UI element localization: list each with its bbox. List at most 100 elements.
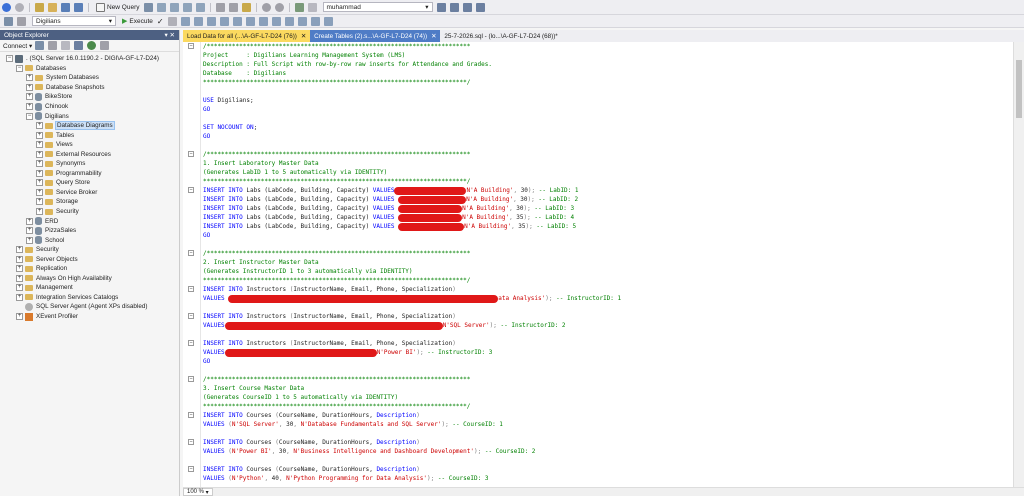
code-line[interactable]: ****************************************… (203, 78, 1013, 87)
tree-node-integration-services-folder[interactable]: + Integration Services Catalogs (0, 293, 179, 303)
copy-icon[interactable] (228, 2, 238, 12)
collapse-icon[interactable]: − (16, 64, 23, 72)
zoom-select[interactable]: 100 % ▾ (183, 488, 213, 496)
code-line[interactable] (203, 429, 1013, 438)
code-line[interactable]: VALUES (N'SQL Server', 30, N'Database Fu… (203, 420, 1013, 429)
connect-icon[interactable] (35, 41, 45, 50)
expand-icon[interactable]: + (26, 217, 33, 225)
code-line[interactable]: − INSERT INTO Instructors (InstructorName… (188, 339, 1013, 348)
code-line[interactable] (203, 366, 1013, 375)
collapse-icon[interactable]: − (188, 187, 194, 193)
results-grid-icon[interactable] (258, 16, 268, 26)
scrollbar-thumb[interactable] (1016, 60, 1022, 118)
tree-node-database-snapshots-folder[interactable]: + Database Snapshots (0, 83, 179, 93)
user-box[interactable]: muhammad ▾ (322, 2, 433, 12)
refresh-icon[interactable] (87, 41, 97, 50)
database-select[interactable]: Digilians ▾ (32, 16, 116, 26)
expand-icon[interactable]: + (16, 293, 23, 301)
tree-node-db-digilians[interactable]: − Digilians (0, 111, 179, 121)
close-icon[interactable]: ✕ (301, 33, 306, 40)
code-line[interactable]: USE Digilians; (203, 96, 1013, 105)
stop-icon[interactable] (61, 41, 71, 50)
expand-icon[interactable]: + (26, 227, 33, 235)
expand-icon[interactable]: + (26, 74, 33, 82)
tree-node-db-chinook[interactable]: + Chinook (0, 102, 179, 112)
open-file-icon[interactable] (48, 2, 57, 12)
collapse-icon[interactable]: − (188, 151, 194, 157)
expand-icon[interactable]: + (16, 274, 23, 282)
code-line[interactable]: − /**************************************… (188, 375, 1013, 384)
query-editor[interactable]: − /**************************************… (183, 42, 1013, 487)
display-plan-icon[interactable] (180, 16, 190, 26)
mdx-query-icon[interactable] (156, 2, 166, 12)
code-line[interactable]: ****************************************… (203, 402, 1013, 411)
close-icon[interactable]: ✕ (431, 33, 436, 40)
tree-node-server-objects-folder[interactable]: + Server Objects (0, 254, 179, 264)
expand-icon[interactable]: + (36, 198, 43, 206)
code-line[interactable]: 1. Insert Laboratory Master Data (203, 159, 1013, 168)
tree-node-databases-folder[interactable]: − Databases (0, 64, 179, 74)
code-line[interactable]: Database : Digilians (203, 69, 1013, 78)
code-line[interactable]: Description : Full Script with row-by-ro… (203, 60, 1013, 69)
filter-icon[interactable] (74, 41, 84, 50)
code-line[interactable]: VALUES N'SQL Server'); -- InstructorID: 2 (203, 321, 1013, 330)
expand-icon[interactable]: + (16, 246, 23, 254)
tab-3[interactable]: 25-7-2026.sql - (lo...\A-GF-L7-D24 (68))… (440, 30, 561, 42)
code-line[interactable] (203, 141, 1013, 150)
tree-node-database-diagrams-folder[interactable]: + Database Diagrams (0, 121, 179, 131)
code-line[interactable]: ****************************************… (203, 177, 1013, 186)
code-line[interactable]: GO (203, 231, 1013, 240)
expand-icon[interactable]: + (36, 179, 43, 187)
collapse-icon[interactable]: − (188, 439, 194, 445)
tree-node-tables-folder[interactable]: + Tables (0, 130, 179, 140)
disconnect-icon[interactable] (48, 41, 58, 50)
expand-icon[interactable]: + (26, 93, 33, 101)
db-engine-query-icon[interactable] (143, 2, 153, 12)
client-stats-icon[interactable] (232, 16, 242, 26)
paste-icon[interactable] (241, 2, 251, 12)
code-line[interactable]: − INSERT INTO Labs (LabCode, Building, Ca… (188, 186, 1013, 195)
code-line[interactable]: (Generates LabID 1 to 5 automatically vi… (203, 168, 1013, 177)
collapse-icon[interactable]: − (26, 112, 33, 120)
collapse-icon[interactable]: − (188, 466, 194, 472)
toolbox-icon[interactable] (462, 2, 472, 12)
tree-node-server-node[interactable]: − . (SQL Server 16.0.1190.2 - DIGI\A-GF-L… (0, 54, 179, 64)
tree-node-external-resources-folder[interactable]: + External Resources (0, 149, 179, 159)
code-line[interactable]: − /**************************************… (188, 150, 1013, 159)
collapse-icon[interactable]: − (188, 376, 194, 382)
tree-node-db-pizzasales[interactable]: + PizzaSales (0, 226, 179, 236)
expand-icon[interactable]: + (36, 131, 43, 139)
dax-query-icon[interactable] (195, 2, 205, 12)
code-line[interactable]: VALUES (N'Power BI', 30, N'Business Inte… (203, 447, 1013, 456)
expand-icon[interactable]: + (16, 255, 23, 263)
xmla-query-icon[interactable] (182, 2, 192, 12)
code-line[interactable]: GO (203, 132, 1013, 141)
code-line[interactable]: − INSERT INTO Courses (CourseName, Durati… (188, 438, 1013, 447)
tree-node-always-on-folder[interactable]: + Always On High Availability (0, 274, 179, 284)
code-line[interactable] (203, 87, 1013, 96)
intellisense-icon[interactable] (206, 16, 216, 26)
collapse-icon[interactable]: − (6, 55, 13, 63)
code-line[interactable]: INSERT INTO Labs (LabCode, Building, Cap… (203, 195, 1013, 204)
connect-icon[interactable] (4, 16, 13, 26)
tree-node-security-folder[interactable]: + Security (0, 245, 179, 255)
tree-node-db-security-folder[interactable]: + Security (0, 207, 179, 217)
new-query-button[interactable]: New Query (92, 2, 142, 12)
expand-icon[interactable]: + (36, 188, 43, 196)
forward-icon[interactable] (15, 2, 24, 12)
expand-icon[interactable]: + (26, 236, 33, 244)
parse-button[interactable]: ✓ (155, 17, 166, 26)
comment-icon[interactable] (284, 16, 294, 26)
save-icon[interactable] (61, 2, 70, 12)
code-line[interactable] (203, 456, 1013, 465)
tree-node-sql-agent-node[interactable]: SQL Server Agent (Agent XPs disabled) (0, 302, 179, 312)
expand-icon[interactable]: + (36, 122, 43, 130)
solution-explorer-icon[interactable] (436, 2, 446, 12)
indent-icon[interactable] (310, 16, 320, 26)
collapse-icon[interactable]: − (188, 286, 194, 292)
code-line[interactable]: VALUES ata Analysis'); -- InstructorID: … (203, 294, 1013, 303)
find-icon[interactable] (307, 2, 317, 12)
code-line[interactable]: GO (203, 105, 1013, 114)
results-file-icon[interactable] (271, 16, 281, 26)
tree-node-db-school[interactable]: + School (0, 235, 179, 245)
